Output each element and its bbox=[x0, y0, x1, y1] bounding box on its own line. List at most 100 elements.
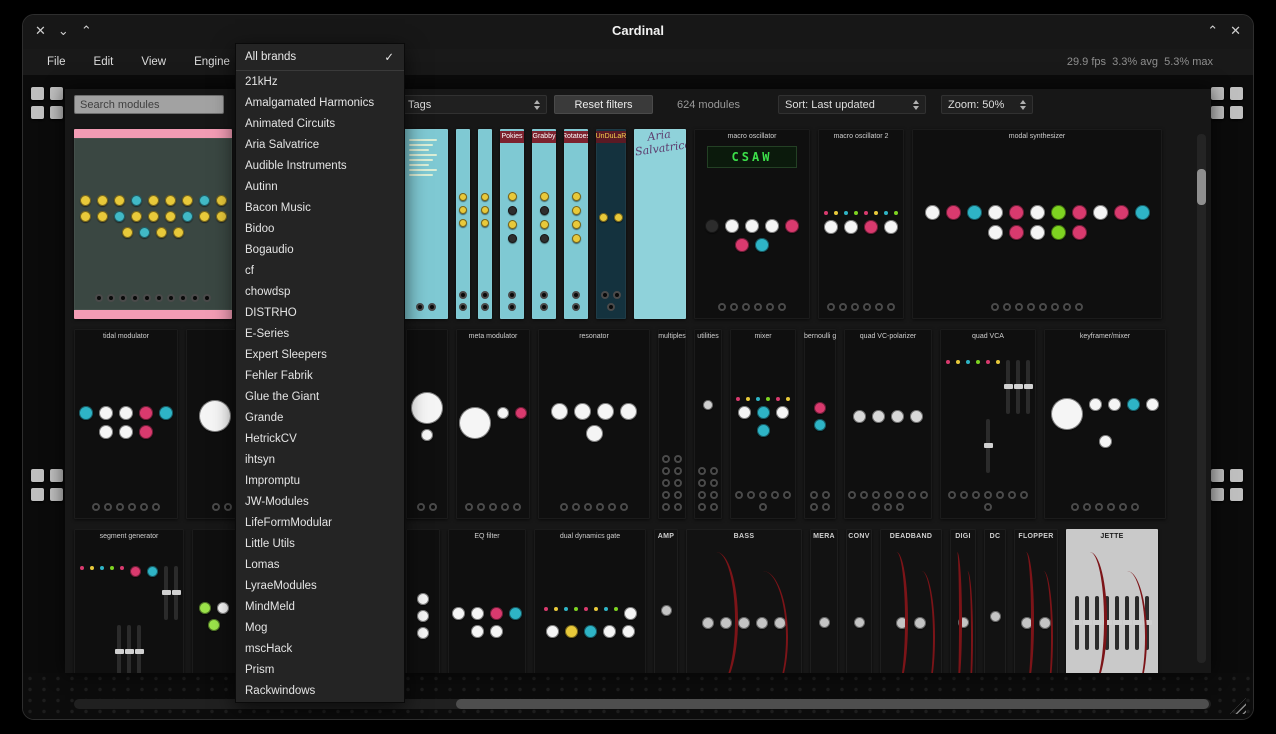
module-card[interactable]: Aria Salvatrice bbox=[634, 129, 686, 319]
module-card-macro-oscillator[interactable]: macro oscillatorCSAW bbox=[694, 129, 810, 319]
module-card-multiples[interactable]: multiples bbox=[658, 329, 686, 519]
horizontal-scrollbar-thumb[interactable] bbox=[456, 699, 1209, 709]
jack-port bbox=[584, 503, 592, 511]
module-card[interactable] bbox=[478, 129, 492, 319]
module-card[interactable] bbox=[406, 529, 440, 673]
module-card-utilities[interactable]: utilities bbox=[694, 329, 722, 519]
brand-item[interactable]: Glue the Giant bbox=[236, 386, 404, 407]
brand-item[interactable]: DISTRHO bbox=[236, 302, 404, 323]
knob bbox=[705, 219, 719, 233]
tags-select[interactable]: Tags bbox=[401, 95, 547, 114]
brand-item[interactable]: HetrickCV bbox=[236, 428, 404, 449]
module-card-dual-dynamics-gate[interactable]: dual dynamics gate bbox=[534, 529, 646, 673]
zoom-select[interactable]: Zoom: 50% bbox=[941, 95, 1033, 114]
brand-item-all-brands[interactable]: All brands ✓ bbox=[236, 44, 404, 70]
brand-item[interactable]: Aria Salvatrice bbox=[236, 134, 404, 155]
chevron-down-icon[interactable]: ⌄ bbox=[58, 22, 69, 40]
slider bbox=[1006, 360, 1010, 414]
brand-item[interactable]: Prism bbox=[236, 659, 404, 680]
module-card-conv[interactable]: CONV bbox=[846, 529, 872, 673]
search-input[interactable] bbox=[74, 95, 224, 114]
module-card-undular[interactable]: UnDuLaR bbox=[596, 129, 626, 319]
module-card-eq-filter[interactable]: EQ filter bbox=[448, 529, 526, 673]
module-card-mera[interactable]: MERA bbox=[810, 529, 838, 673]
module-panel bbox=[564, 143, 588, 291]
slider bbox=[1095, 596, 1099, 650]
module-card-bernoulli-gate[interactable]: bernoulli gate bbox=[804, 329, 836, 519]
brand-item[interactable]: Amalgamated Harmonics bbox=[236, 92, 404, 113]
vertical-scrollbar-thumb[interactable] bbox=[1197, 169, 1206, 205]
close-icon[interactable]: ✕ bbox=[35, 22, 46, 40]
module-card-quad-vc-polarizer[interactable]: quad VC-polarizer bbox=[844, 329, 932, 519]
menubar-item-edit[interactable]: Edit bbox=[84, 53, 124, 71]
brand-item[interactable]: Rackwindows bbox=[236, 680, 404, 701]
module-card[interactable] bbox=[406, 329, 448, 519]
knob bbox=[481, 206, 489, 214]
brand-item[interactable]: Audible Instruments bbox=[236, 155, 404, 176]
brand-item[interactable]: Expert Sleepers bbox=[236, 344, 404, 365]
knob bbox=[988, 205, 1003, 220]
module-card[interactable] bbox=[192, 529, 236, 673]
knob bbox=[148, 195, 159, 206]
module-card-rotatoes[interactable]: Rotatoes bbox=[564, 129, 588, 319]
brand-item[interactable]: Mog bbox=[236, 617, 404, 638]
sort-select[interactable]: Sort: Last updated bbox=[778, 95, 926, 114]
module-card-bass[interactable]: BASS bbox=[686, 529, 802, 673]
chevron-up-icon[interactable]: ⌃ bbox=[1207, 22, 1218, 40]
module-card-digi[interactable]: DIGI bbox=[950, 529, 976, 673]
jack-port bbox=[508, 291, 516, 299]
brand-item[interactable]: LyraeModules bbox=[236, 575, 404, 596]
module-card-meta-modulator[interactable]: meta modulator bbox=[456, 329, 530, 519]
brand-item[interactable]: Fehler Fabrik bbox=[236, 365, 404, 386]
module-panel bbox=[984, 542, 1006, 673]
menubar-item-file[interactable]: File bbox=[37, 53, 76, 71]
module-card[interactable] bbox=[404, 129, 448, 319]
menubar-item-engine[interactable]: Engine bbox=[184, 53, 240, 71]
module-card-segment-generator[interactable]: segment generator bbox=[74, 529, 184, 673]
brand-item[interactable]: Impromptu bbox=[236, 470, 404, 491]
brand-item[interactable]: 21kHz bbox=[236, 71, 404, 92]
brand-item[interactable]: Grande bbox=[236, 407, 404, 428]
module-card-tidal-modulator[interactable]: tidal modulator bbox=[74, 329, 178, 519]
module-card[interactable] bbox=[74, 129, 232, 319]
brand-item[interactable]: cf bbox=[236, 260, 404, 281]
brand-item[interactable]: Lomas bbox=[236, 554, 404, 575]
module-card-modal-synthesizer[interactable]: modal synthesizer bbox=[912, 129, 1162, 319]
module-card-dc[interactable]: DC bbox=[984, 529, 1006, 673]
brand-item[interactable]: Bogaudio bbox=[236, 239, 404, 260]
brand-item[interactable]: chowdsp bbox=[236, 281, 404, 302]
brand-item[interactable]: mscHack bbox=[236, 638, 404, 659]
brand-item[interactable]: MindMeld bbox=[236, 596, 404, 617]
module-card-mixer[interactable]: mixer bbox=[730, 329, 796, 519]
brand-item[interactable]: Autinn bbox=[236, 176, 404, 197]
module-card-quad-vca[interactable]: quad VCA bbox=[940, 329, 1036, 519]
module-card-pokies[interactable]: Pokies bbox=[500, 129, 524, 319]
brand-item[interactable]: Bidoo bbox=[236, 218, 404, 239]
chevron-up-icon[interactable]: ⌃ bbox=[81, 22, 92, 40]
module-card-macro-oscillator-2[interactable]: macro oscillator 2 bbox=[818, 129, 904, 319]
brand-item[interactable]: Animated Circuits bbox=[236, 113, 404, 134]
module-title: Rotatoes bbox=[564, 131, 588, 143]
vertical-scrollbar[interactable] bbox=[1197, 134, 1206, 663]
reset-filters-button[interactable]: Reset filters bbox=[554, 95, 653, 114]
module-title: quad VC-polarizer bbox=[844, 329, 932, 342]
module-card-jette[interactable]: JETTE bbox=[1066, 529, 1158, 673]
brand-item[interactable]: Little Utils bbox=[236, 533, 404, 554]
brand-item[interactable]: ihtsyn bbox=[236, 449, 404, 470]
brand-item[interactable]: E-Series bbox=[236, 323, 404, 344]
module-card-amp[interactable]: AMP bbox=[654, 529, 678, 673]
module-panel bbox=[686, 542, 802, 673]
module-card-resonator[interactable]: resonator bbox=[538, 329, 650, 519]
knob bbox=[80, 195, 91, 206]
module-card-flopper[interactable]: FLOPPER bbox=[1014, 529, 1058, 673]
module-card-grabby[interactable]: Grabby bbox=[532, 129, 556, 319]
close-icon[interactable]: ✕ bbox=[1230, 22, 1241, 40]
brand-item[interactable]: JW-Modules bbox=[236, 491, 404, 512]
module-card-keyframer-mixer[interactable]: keyframer/mixer bbox=[1044, 329, 1166, 519]
brand-item[interactable]: Bacon Music bbox=[236, 197, 404, 218]
module-card[interactable] bbox=[456, 129, 470, 319]
menubar-item-view[interactable]: View bbox=[131, 53, 176, 71]
knob bbox=[471, 625, 484, 638]
module-card-deadband[interactable]: DEADBAND bbox=[880, 529, 942, 673]
brand-item[interactable]: LifeFormModular bbox=[236, 512, 404, 533]
